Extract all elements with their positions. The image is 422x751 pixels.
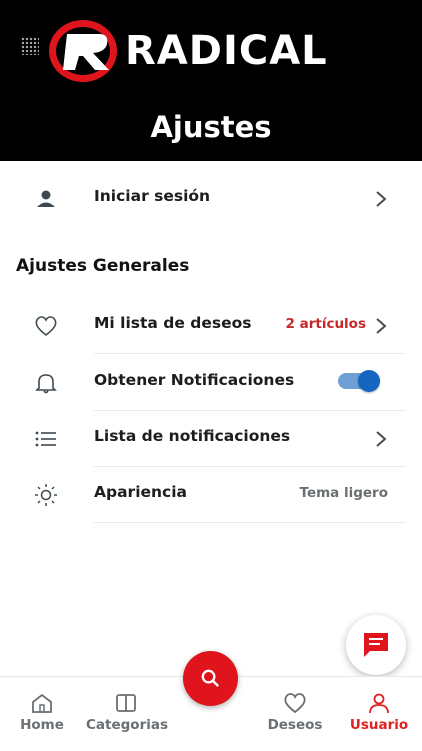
sun-icon [35, 484, 57, 506]
tab-deseos-label: Deseos [267, 717, 323, 733]
tab-home-label: Home [20, 717, 64, 733]
heart-icon [284, 693, 306, 714]
search-button[interactable] [183, 651, 238, 706]
chevron-right-icon [376, 431, 387, 447]
user-icon [37, 190, 55, 207]
notifications-toggle[interactable] [338, 370, 380, 392]
appearance-value: Tema ligero [299, 485, 388, 501]
list-icon [35, 431, 56, 447]
categories-icon [116, 694, 136, 712]
notification-list-label: Lista de notificaciones [94, 427, 291, 445]
notifications-label: Obtener Notificaciones [94, 371, 295, 389]
tab-home[interactable]: Home [2, 691, 82, 733]
wishlist-label: Mi lista de deseos [94, 314, 252, 332]
notification-list-row[interactable]: Lista de notificaciones [0, 410, 422, 466]
appearance-row[interactable]: Apariencia Tema ligero [0, 466, 422, 522]
home-icon [32, 693, 52, 713]
login-row[interactable]: Iniciar sesión [0, 170, 422, 226]
bell-icon [35, 374, 57, 394]
chat-button[interactable] [346, 615, 406, 675]
tab-deseos[interactable]: Deseos [255, 691, 335, 733]
brand-logo-text: RADICAL [125, 28, 328, 74]
login-label: Iniciar sesión [94, 187, 211, 205]
chat-icon [364, 633, 388, 657]
chevron-right-icon [376, 318, 387, 334]
tab-usuario[interactable]: Usuario [339, 691, 419, 733]
app-header: RADICAL Ajustes [0, 0, 422, 161]
tab-categorias-label: Categorias [86, 717, 168, 733]
toggle-knob [358, 370, 380, 392]
appearance-label: Apariencia [94, 483, 188, 501]
user-icon [369, 693, 389, 714]
page-title: Ajustes [150, 110, 272, 144]
tab-categorias[interactable]: Categorias [86, 691, 168, 733]
menu-grid-icon[interactable] [21, 37, 39, 55]
section-title: Ajustes Generales [16, 256, 190, 276]
chevron-right-icon [376, 191, 387, 207]
tab-usuario-label: Usuario [349, 717, 409, 733]
wishlist-count: 2 artículos [285, 316, 367, 332]
divider [94, 522, 406, 523]
search-icon [201, 669, 220, 688]
wishlist-row[interactable]: Mi lista de deseos 2 artículos [0, 297, 422, 353]
heart-icon [35, 316, 57, 337]
